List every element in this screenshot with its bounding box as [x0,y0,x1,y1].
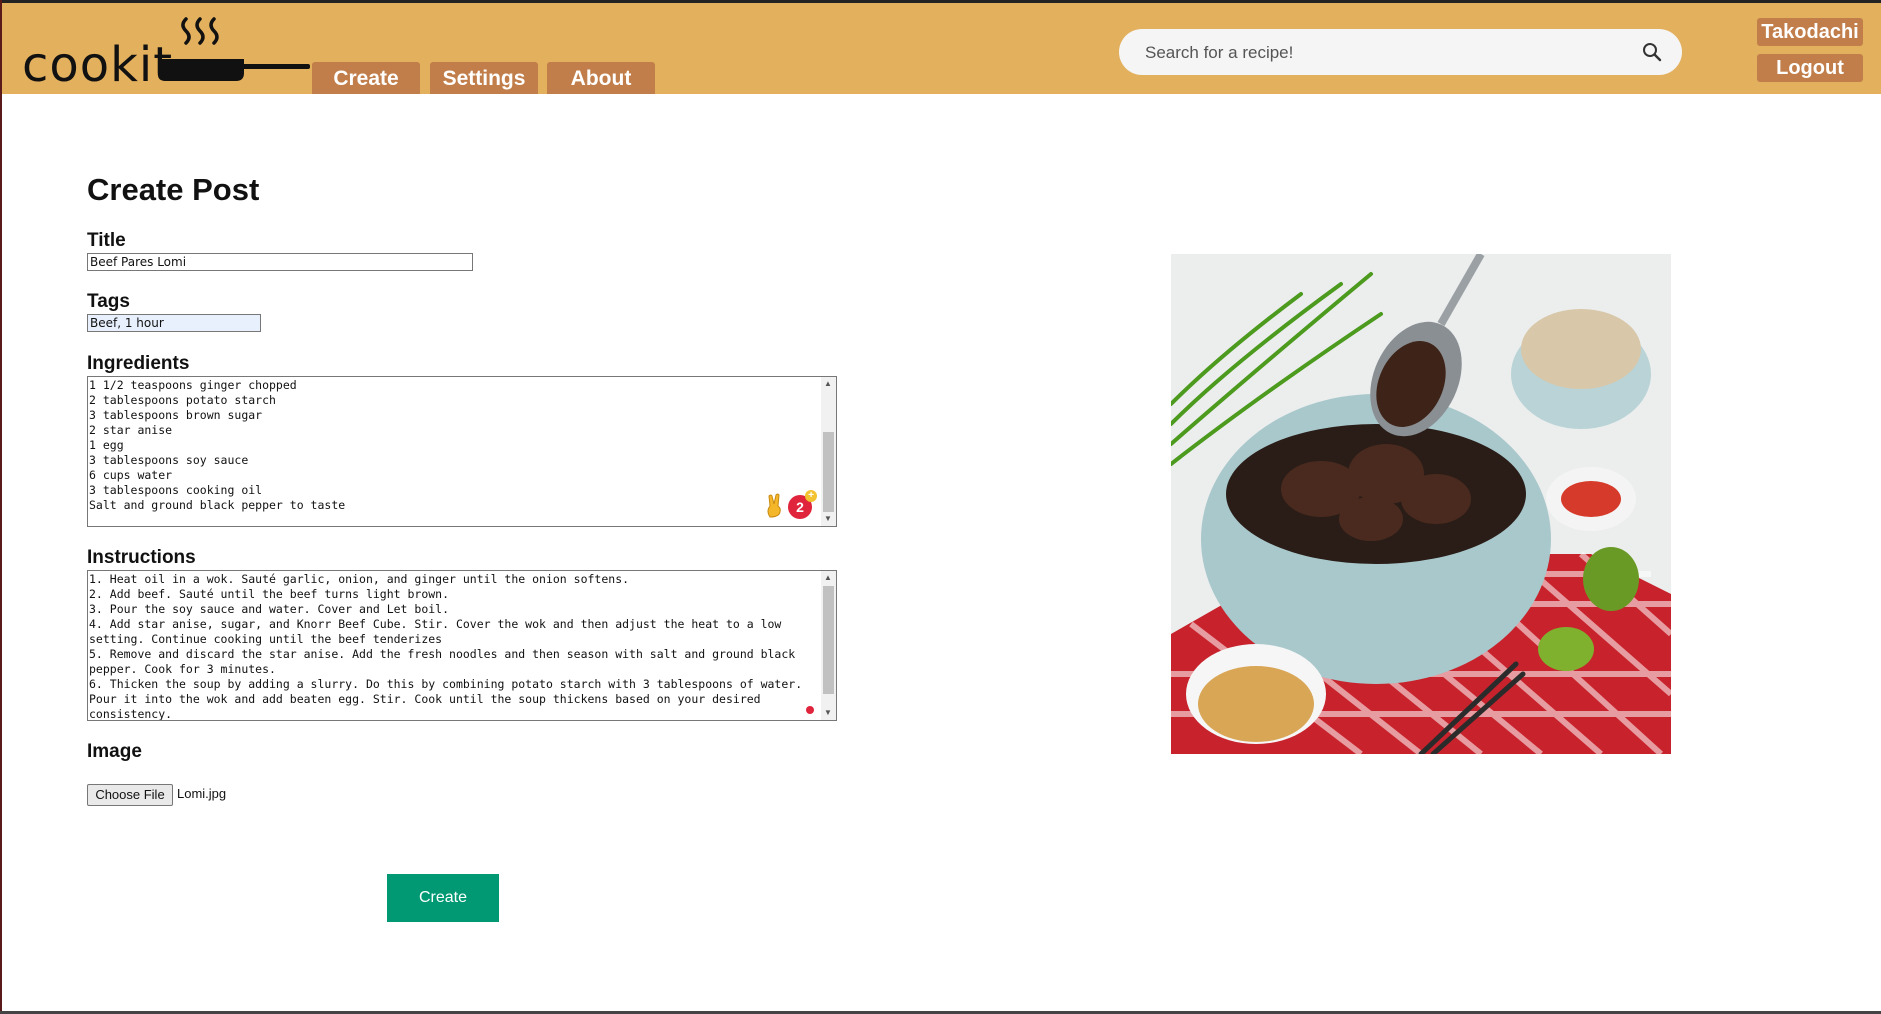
instructions-scrollbar[interactable]: ▲ ▼ [821,571,836,720]
nav-tab-about[interactable]: About [547,62,655,94]
selected-file-name: Lomi.jpg [177,786,227,801]
scrollbar-thumb[interactable] [823,432,834,512]
ingredients-text: 1 1/2 teaspoons ginger chopped 2 tablesp… [89,378,346,512]
ingredients-label: Ingredients [87,353,190,374]
logo[interactable]: cookit [22,11,310,93]
tags-label: Tags [87,291,130,312]
search-icon[interactable] [1641,41,1663,63]
grammar-status-dot[interactable] [806,706,814,714]
nav-tab-settings[interactable]: Settings [430,62,538,94]
scroll-up-icon[interactable]: ▲ [824,573,832,583]
page-title: Create Post [87,172,260,207]
logo-pan-icon [158,17,310,81]
site-header: cookit Create Settings About Takodachi L… [2,3,1881,94]
scroll-down-icon[interactable]: ▼ [824,708,832,718]
search-input[interactable] [1143,29,1627,77]
instructions-textarea[interactable]: 1. Heat oil in a wok. Sauté garlic, onio… [87,570,837,721]
tags-field[interactable] [87,314,261,332]
title-label: Title [87,230,126,251]
window-left-border [0,0,2,1014]
ingredients-textarea[interactable]: 1 1/2 teaspoons ginger chopped 2 tablesp… [87,376,837,527]
image-label: Image [87,741,142,762]
user-profile-button[interactable]: Takodachi [1757,18,1863,46]
nav-tab-create[interactable]: Create [312,62,420,94]
title-field[interactable] [87,253,473,271]
search-bar [1119,29,1682,77]
recipe-photo [1171,254,1671,754]
scroll-up-icon[interactable]: ▲ [824,379,832,389]
emoji-peace-icon[interactable] [762,493,788,519]
choose-file-button[interactable]: Choose File [87,784,173,806]
logo-text: cookit [22,37,174,93]
instructions-label: Instructions [87,547,196,568]
image-preview [1171,254,1671,754]
scroll-down-icon[interactable]: ▼ [824,514,832,524]
scrollbar-thumb[interactable] [823,586,834,694]
logout-button[interactable]: Logout [1757,54,1863,82]
grammar-add-icon: + [805,490,817,502]
instructions-text: 1. Heat oil in a wok. Sauté garlic, onio… [89,572,803,721]
create-post-button[interactable]: Create [387,874,499,922]
ingredients-scrollbar[interactable]: ▲ ▼ [821,377,836,526]
